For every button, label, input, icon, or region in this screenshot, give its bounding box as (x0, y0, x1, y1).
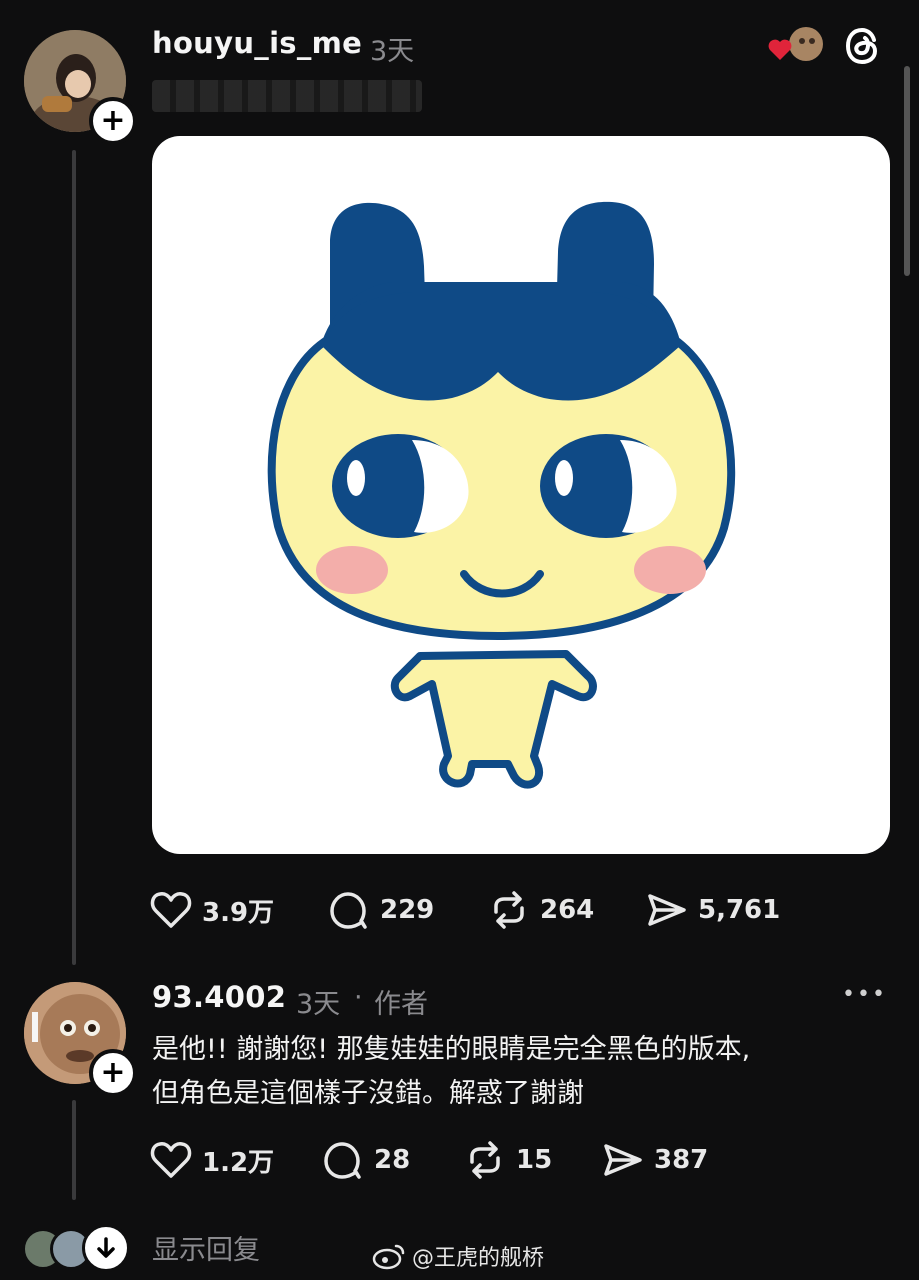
reply-repost-count: 15 (516, 1145, 553, 1175)
reply-text-line1: 是他!! 謝謝您! 那隻娃娃的眼睛是完全黑色的版本, (152, 1034, 751, 1065)
repost-icon (494, 891, 524, 929)
heart-icon (150, 892, 192, 928)
heart-icon (150, 1142, 192, 1178)
reply-share-button[interactable]: 387 (602, 1140, 708, 1180)
scrollbar[interactable] (904, 66, 910, 276)
liked-by-indicator[interactable] (766, 26, 826, 66)
reply-share-count: 387 (654, 1145, 709, 1175)
watermark: @王虎的舰桥 (372, 1240, 544, 1272)
post-comment-count: 229 (380, 895, 435, 925)
post-comment-button[interactable]: 229 (328, 890, 434, 930)
thread-line (72, 150, 76, 965)
follow-plus-button[interactable]: + (89, 97, 137, 145)
reply-repost-button[interactable]: 15 (464, 1140, 552, 1180)
reply-thread-line (72, 1100, 76, 1200)
arrow-down-icon (82, 1224, 130, 1272)
reply-author-badge: 作者 (374, 989, 428, 1020)
post-share-button[interactable]: 5,761 (646, 890, 780, 930)
post-image[interactable] (152, 136, 890, 854)
reply-like-button[interactable]: 1.2万 (150, 1140, 274, 1180)
weibo-logo-icon (372, 1244, 405, 1270)
reply-like-count: 1.2万 (202, 1147, 275, 1178)
share-icon (604, 1144, 642, 1176)
post-like-button[interactable]: 3.9万 (150, 890, 274, 930)
more-options-button[interactable]: ••• (842, 982, 887, 1007)
reply-time: 3天 (296, 989, 341, 1020)
reply-text-line2: 但角色是這個樣子沒錯。解惑了謝謝 (152, 1078, 584, 1109)
show-replies-button[interactable]: 显示回复 (152, 1228, 260, 1267)
post-time: 3天 (370, 36, 415, 67)
reply-comment-button[interactable]: 28 (322, 1140, 410, 1180)
repost-icon (470, 1141, 500, 1179)
heart-filled-icon (768, 27, 823, 61)
post-share-count: 5,761 (698, 895, 781, 925)
post-like-count: 3.9万 (202, 897, 275, 928)
comment-icon (330, 892, 367, 929)
replier-avatars[interactable] (22, 1224, 132, 1272)
post-repost-button[interactable]: 264 (488, 890, 594, 930)
reply-follow-plus-button[interactable]: + (89, 1049, 137, 1097)
comment-icon (324, 1142, 361, 1179)
reply-comment-count: 28 (374, 1145, 411, 1175)
threads-logo-icon[interactable] (843, 26, 881, 70)
reply-username[interactable]: 93.4002 (152, 980, 286, 1014)
post-username[interactable]: houyu_is_me (152, 26, 362, 60)
reply-dot: · (354, 982, 363, 1013)
watermark-text: @王虎的舰桥 (412, 1246, 545, 1271)
post-repost-count: 264 (540, 895, 595, 925)
post-caption-redacted (152, 80, 422, 112)
share-icon (648, 894, 686, 926)
